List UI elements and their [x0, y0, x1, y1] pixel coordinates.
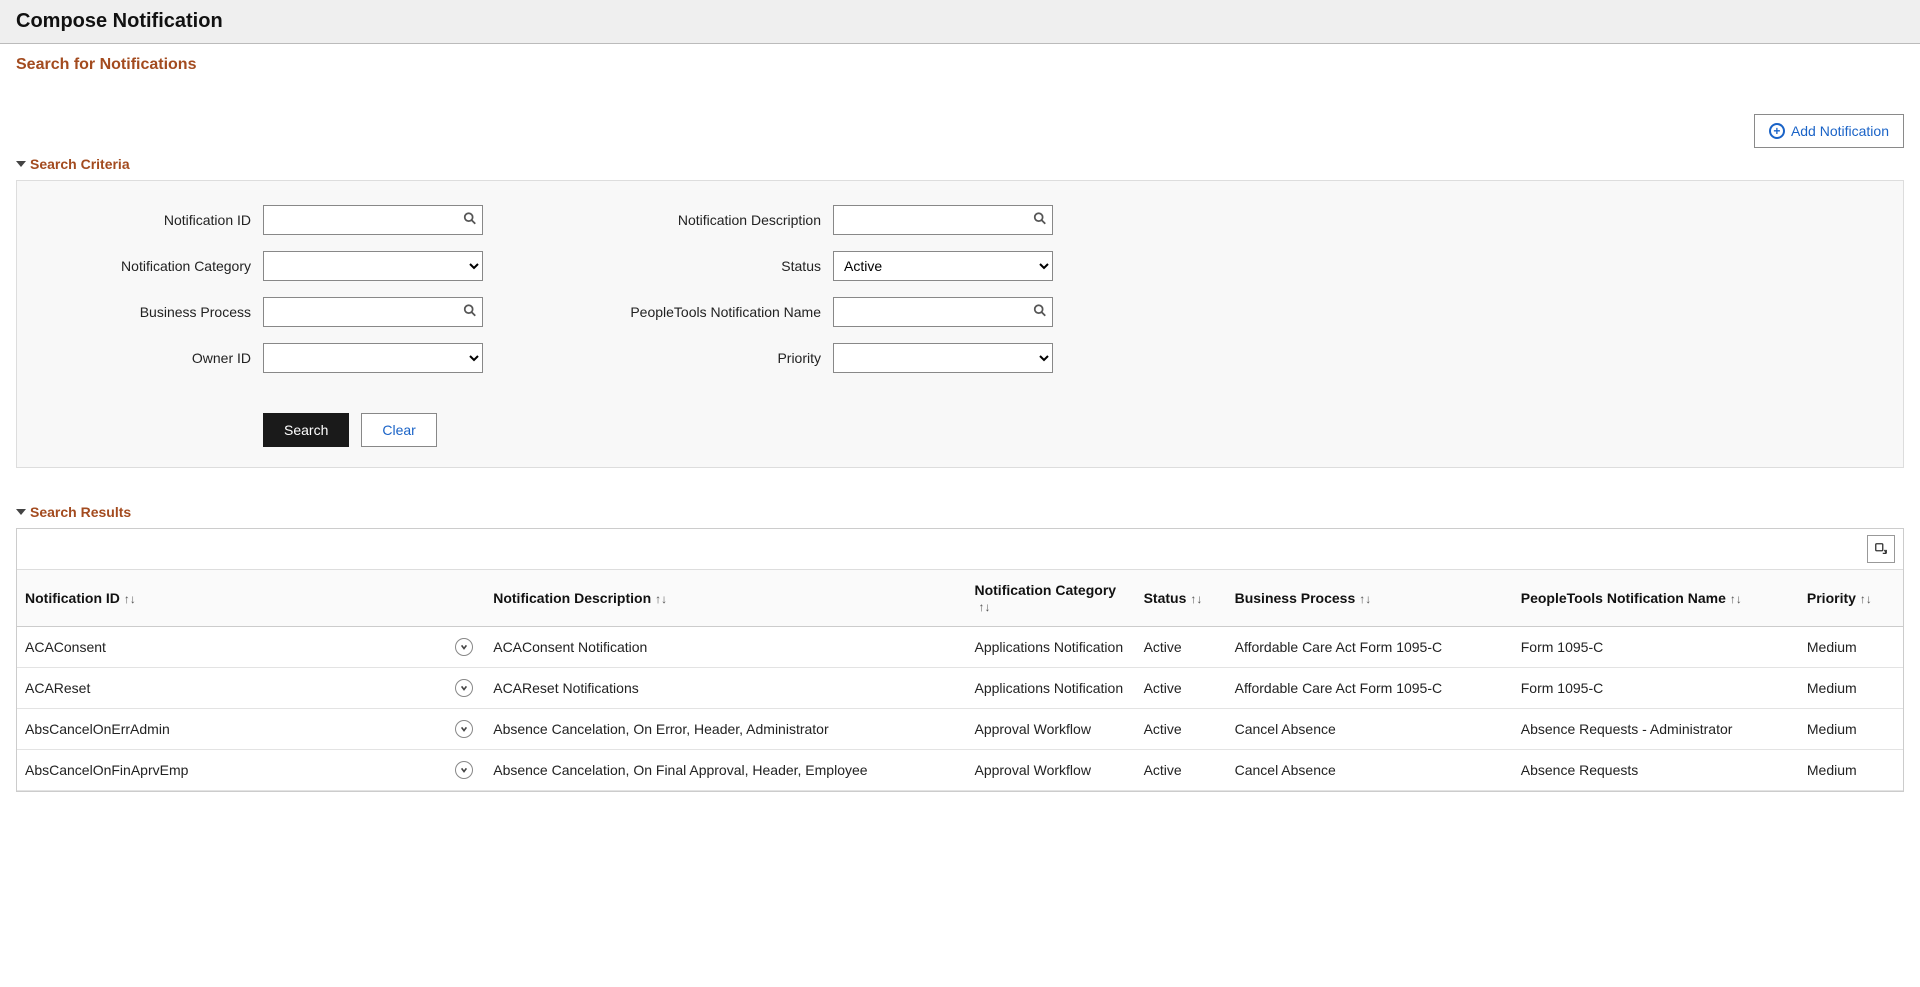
page-title: Compose Notification — [16, 10, 1904, 33]
cell-bp: Cancel Absence — [1227, 709, 1513, 750]
search-criteria-heading: Search Criteria — [30, 156, 130, 172]
search-results-toggle[interactable]: Search Results — [16, 504, 1904, 520]
download-icon — [1874, 542, 1888, 556]
plus-circle-icon: + — [1769, 123, 1785, 139]
cell-desc: Absence Cancelation, On Final Approval, … — [485, 750, 966, 791]
cell-desc: ACAReset Notifications — [485, 668, 966, 709]
cell-id: AbsCancelOnFinAprvEmp — [17, 750, 485, 791]
add-notification-button[interactable]: + Add Notification — [1754, 114, 1904, 148]
sort-icon: ↑↓ — [1190, 592, 1202, 606]
table-row: ACAResetACAReset NotificationsApplicatio… — [17, 668, 1903, 709]
field-label: Owner ID — [33, 350, 263, 366]
cell-id: AbsCancelOnErrAdmin — [17, 709, 485, 750]
cell-id: ACAConsent — [17, 627, 485, 668]
priority-select[interactable] — [833, 343, 1053, 373]
column-header[interactable]: Notification Description↑↓ — [485, 570, 966, 627]
sort-icon: ↑↓ — [124, 592, 136, 606]
notification-description-input[interactable] — [833, 205, 1053, 235]
chevron-down-icon — [16, 161, 26, 167]
cell-pt: Absence Requests - Administrator — [1513, 709, 1799, 750]
row-expand-button[interactable] — [455, 679, 473, 697]
cell-id: ACAReset — [17, 668, 485, 709]
cell-bp: Affordable Care Act Form 1095-C — [1227, 668, 1513, 709]
cell-pt: Form 1095-C — [1513, 627, 1799, 668]
field-label: Notification Description — [603, 212, 833, 228]
field-label: Business Process — [33, 304, 263, 320]
column-header[interactable]: Priority↑↓ — [1799, 570, 1903, 627]
cell-pt: Absence Requests — [1513, 750, 1799, 791]
column-header[interactable]: Notification Category↑↓ — [966, 570, 1135, 627]
cell-bp: Cancel Absence — [1227, 750, 1513, 791]
search-results-heading: Search Results — [30, 504, 131, 520]
column-header[interactable]: PeopleTools Notification Name↑↓ — [1513, 570, 1799, 627]
table-row: ACAConsentACAConsent NotificationApplica… — [17, 627, 1903, 668]
sort-icon: ↑↓ — [1860, 592, 1872, 606]
search-criteria-toggle[interactable]: Search Criteria — [16, 156, 1904, 172]
field-label: Priority — [603, 350, 833, 366]
cell-pt: Form 1095-C — [1513, 668, 1799, 709]
cell-status: Active — [1136, 750, 1227, 791]
field-label: Notification ID — [33, 212, 263, 228]
row-expand-button[interactable] — [455, 761, 473, 779]
sort-icon: ↑↓ — [655, 592, 667, 606]
sort-icon: ↑↓ — [1730, 592, 1742, 606]
cell-status: Active — [1136, 668, 1227, 709]
column-header[interactable]: Business Process↑↓ — [1227, 570, 1513, 627]
peopletools-notification-name-input[interactable] — [833, 297, 1053, 327]
business-process-input[interactable] — [263, 297, 483, 327]
results-table: Notification ID↑↓Notification Descriptio… — [17, 570, 1903, 791]
cell-desc: ACAConsent Notification — [485, 627, 966, 668]
cell-prio: Medium — [1799, 627, 1903, 668]
add-notification-label: Add Notification — [1791, 123, 1889, 139]
field-label: PeopleTools Notification Name — [603, 304, 833, 320]
sort-icon: ↑↓ — [1359, 592, 1371, 606]
sub-title: Search for Notifications — [16, 56, 1904, 74]
notification-category-select[interactable] — [263, 251, 483, 281]
cell-cat: Applications Notification — [966, 668, 1135, 709]
cell-status: Active — [1136, 709, 1227, 750]
cell-status: Active — [1136, 627, 1227, 668]
status-select[interactable]: Active — [833, 251, 1053, 281]
column-header[interactable]: Notification ID↑↓ — [17, 570, 485, 627]
column-header[interactable]: Status↑↓ — [1136, 570, 1227, 627]
cell-desc: Absence Cancelation, On Error, Header, A… — [485, 709, 966, 750]
search-button[interactable]: Search — [263, 413, 349, 447]
export-button[interactable] — [1867, 535, 1895, 563]
cell-bp: Affordable Care Act Form 1095-C — [1227, 627, 1513, 668]
table-row: AbsCancelOnFinAprvEmpAbsence Cancelation… — [17, 750, 1903, 791]
field-label: Status — [603, 258, 833, 274]
row-expand-button[interactable] — [455, 638, 473, 656]
cell-prio: Medium — [1799, 750, 1903, 791]
cell-prio: Medium — [1799, 709, 1903, 750]
row-expand-button[interactable] — [455, 720, 473, 738]
cell-cat: Applications Notification — [966, 627, 1135, 668]
search-criteria-panel: Notification ID Notification Category Busi… — [16, 180, 1904, 468]
clear-button[interactable]: Clear — [361, 413, 436, 447]
notification-id-input[interactable] — [263, 205, 483, 235]
sort-icon: ↑↓ — [978, 600, 990, 614]
field-label: Notification Category — [33, 258, 263, 274]
owner-id-select[interactable] — [263, 343, 483, 373]
chevron-down-icon — [16, 509, 26, 515]
cell-cat: Approval Workflow — [966, 750, 1135, 791]
cell-prio: Medium — [1799, 668, 1903, 709]
table-row: AbsCancelOnErrAdminAbsence Cancelation, … — [17, 709, 1903, 750]
cell-cat: Approval Workflow — [966, 709, 1135, 750]
